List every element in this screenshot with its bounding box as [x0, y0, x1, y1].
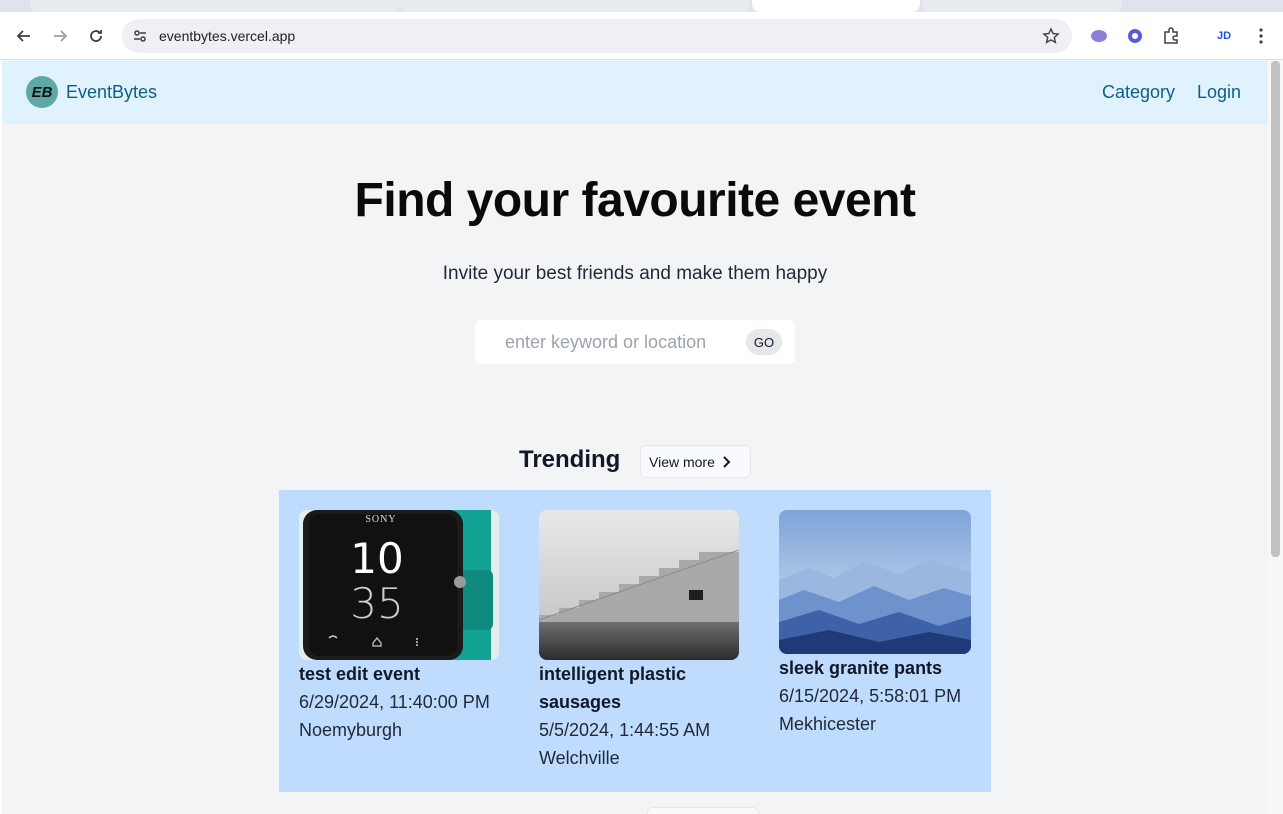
- next-section-button[interactable]: [647, 807, 759, 814]
- menu-kebab-icon[interactable]: [1249, 24, 1273, 48]
- event-card[interactable]: SONY 10 35 test edit event 6/29/2024, 11…: [299, 510, 499, 744]
- event-image-smartwatch[interactable]: SONY 10 35: [299, 510, 499, 660]
- event-title[interactable]: sleek granite pants: [779, 654, 973, 682]
- back-icon[interactable]: [12, 24, 36, 48]
- browser-tab[interactable]: [400, 0, 750, 12]
- search-go-button[interactable]: GO: [746, 329, 782, 355]
- extensions-puzzle-icon[interactable]: [1159, 24, 1183, 48]
- brand-name[interactable]: EventBytes: [66, 82, 157, 103]
- nav-category-link[interactable]: Category: [1102, 82, 1175, 103]
- browser-tab-active[interactable]: [752, 0, 920, 12]
- site-settings-icon[interactable]: [132, 28, 148, 44]
- event-card[interactable]: intelligent plastic sausages 5/5/2024, 1…: [539, 510, 739, 772]
- watch-minute-text: 35: [350, 579, 403, 628]
- extension-icon[interactable]: [1087, 24, 1111, 48]
- browser-tab[interactable]: [30, 0, 400, 12]
- nav-login-link[interactable]: Login: [1197, 82, 1241, 103]
- site-header: EB EventBytes Category Login: [2, 61, 1268, 124]
- browser-tab[interactable]: [922, 0, 1122, 12]
- bookmark-star-icon[interactable]: [1042, 27, 1060, 45]
- trending-events-grid: SONY 10 35 test edit event 6/29/2024, 11…: [279, 490, 991, 792]
- event-date: 5/5/2024, 1:44:55 AM: [539, 720, 711, 740]
- hero-title: Find your favourite event: [354, 174, 916, 227]
- event-card[interactable]: sleek granite pants 6/15/2024, 5:58:01 P…: [779, 510, 973, 738]
- event-location: Welchville: [539, 748, 620, 768]
- page-viewport: EB EventBytes Category Login Find your f…: [2, 61, 1268, 814]
- event-title[interactable]: intelligent plastic sausages: [539, 660, 739, 716]
- event-date: 6/15/2024, 5:58:01 PM: [779, 686, 962, 706]
- search-box: GO: [475, 320, 795, 364]
- view-more-button[interactable]: View more: [640, 445, 751, 478]
- chevron-right-icon: [723, 455, 731, 468]
- page-scrollbar[interactable]: [1268, 61, 1283, 814]
- browser-toolbar: eventbytes.vercel.app JD: [0, 12, 1283, 60]
- profile-avatar[interactable]: JD: [1212, 24, 1236, 48]
- url-text[interactable]: eventbytes.vercel.app: [159, 28, 295, 44]
- view-more-label: View more: [649, 453, 715, 470]
- event-date: 6/29/2024, 11:40:00 PM: [299, 692, 490, 712]
- event-title[interactable]: test edit event: [299, 660, 499, 688]
- address-bar[interactable]: eventbytes.vercel.app: [122, 19, 1072, 53]
- event-location: Noemyburgh: [299, 720, 403, 740]
- event-location: Mekhicester: [779, 714, 877, 734]
- search-input[interactable]: [489, 328, 739, 356]
- logo[interactable]: EB: [26, 76, 58, 108]
- scrollbar-thumb[interactable]: [1271, 61, 1280, 557]
- reload-icon[interactable]: [84, 24, 108, 48]
- watch-brand-text: SONY: [365, 514, 396, 525]
- forward-icon[interactable]: [48, 24, 72, 48]
- extension-sparkle-icon[interactable]: [1123, 24, 1147, 48]
- event-image-stone-stairs[interactable]: [539, 510, 739, 660]
- event-image-blue-mountains[interactable]: [779, 510, 971, 654]
- trending-heading: Trending: [519, 446, 621, 473]
- hero-subtitle: Invite your best friends and make them h…: [442, 263, 828, 284]
- watch-hour-text: 10: [350, 534, 403, 583]
